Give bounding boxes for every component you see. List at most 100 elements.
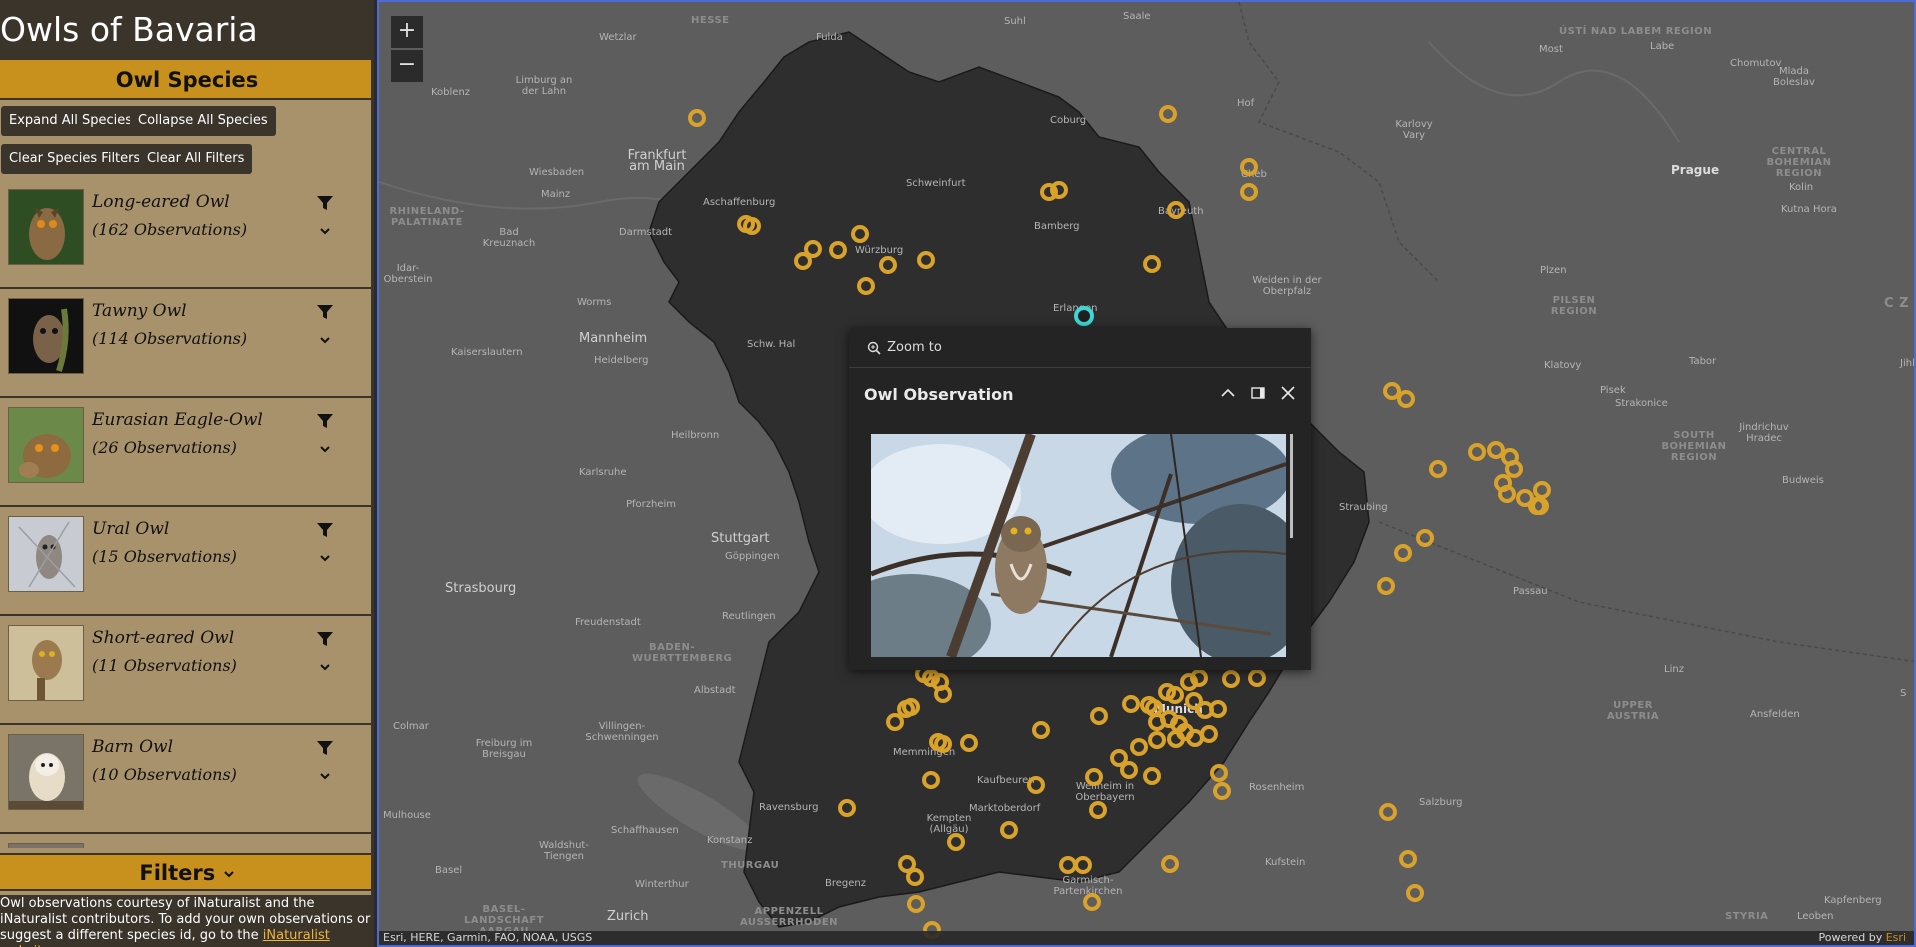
filter-icon[interactable]	[316, 303, 334, 321]
observation-marker[interactable]	[1406, 884, 1424, 902]
observation-marker[interactable]	[1148, 731, 1166, 749]
powered-by[interactable]: Powered by Esri	[1818, 931, 1906, 945]
observation-marker[interactable]	[947, 833, 965, 851]
observation-marker[interactable]	[1159, 105, 1177, 123]
species-item-tawny-owl[interactable]: Tawny Owl (114 Observations)	[0, 289, 371, 398]
species-item-ural-owl[interactable]: Ural Owl (15 Observations)	[0, 507, 371, 616]
observation-marker[interactable]	[838, 799, 856, 817]
observation-marker[interactable]	[907, 895, 925, 913]
filter-icon[interactable]	[316, 630, 334, 648]
filter-icon[interactable]	[316, 739, 334, 757]
observation-marker[interactable]	[829, 241, 847, 259]
observation-marker[interactable]	[1429, 460, 1447, 478]
filter-icon[interactable]	[316, 412, 334, 430]
powered-by-text: Powered by	[1818, 931, 1886, 944]
observation-marker[interactable]	[1089, 801, 1107, 819]
observation-marker[interactable]	[1027, 776, 1045, 794]
selected-observation-marker[interactable]	[1074, 306, 1094, 326]
clear-species-filters-button[interactable]: Clear Species Filters	[1, 144, 149, 174]
zoom-magnifier-icon	[867, 341, 881, 355]
chevron-down-icon[interactable]	[318, 333, 332, 347]
observation-marker[interactable]	[906, 868, 924, 886]
map-attribution-text: Esri, HERE, Garmin, FAO, NOAA, USGS	[383, 931, 593, 944]
observation-marker[interactable]	[1074, 856, 1092, 874]
observation-marker[interactable]	[1397, 390, 1415, 408]
observation-marker[interactable]	[1090, 707, 1108, 725]
chevron-down-icon	[223, 871, 234, 878]
observation-marker[interactable]	[1085, 768, 1103, 786]
esri-link[interactable]: Esri	[1886, 931, 1906, 944]
observation-marker[interactable]	[1222, 670, 1240, 688]
observation-marker[interactable]	[1377, 577, 1395, 595]
observation-marker[interactable]	[1200, 725, 1218, 743]
species-item-short-eared-owl[interactable]: Short-eared Owl (11 Observations)	[0, 616, 371, 725]
attribution-text: Owl observations courtesy of iNaturalist…	[0, 895, 371, 947]
species-list: Long-eared Owl (162 Observations) Tawny …	[0, 180, 371, 848]
observation-marker[interactable]	[1533, 481, 1551, 499]
filter-icon[interactable]	[316, 194, 334, 212]
chevron-down-icon[interactable]	[318, 551, 332, 565]
observation-marker[interactable]	[960, 734, 978, 752]
owl-thumbnail	[8, 189, 84, 265]
filter-icon[interactable]	[316, 521, 334, 539]
observation-marker[interactable]	[1130, 738, 1148, 756]
observation-marker[interactable]	[851, 225, 869, 243]
close-icon[interactable]	[1275, 380, 1301, 406]
observation-marker[interactable]	[1213, 782, 1231, 800]
observation-marker[interactable]	[1210, 764, 1228, 782]
owl-observation-photo	[871, 434, 1286, 657]
observation-marker[interactable]	[1379, 803, 1397, 821]
chevron-down-icon[interactable]	[318, 442, 332, 456]
observation-marker[interactable]	[1143, 767, 1161, 785]
collapse-popup-icon[interactable]	[1215, 380, 1241, 406]
observation-marker[interactable]	[1161, 855, 1179, 873]
species-item-eurasian-eagle-owl[interactable]: Eurasian Eagle-Owl (26 Observations)	[0, 398, 371, 507]
observation-marker[interactable]	[1240, 158, 1258, 176]
observation-marker[interactable]	[857, 277, 875, 295]
species-header: Owl Species	[0, 60, 371, 100]
observation-marker[interactable]	[879, 256, 897, 274]
observation-marker[interactable]	[1468, 443, 1486, 461]
clear-all-filters-button[interactable]: Clear All Filters	[139, 144, 253, 174]
observation-marker[interactable]	[1122, 695, 1140, 713]
chevron-down-icon[interactable]	[318, 660, 332, 674]
species-item-long-eared-owl[interactable]: Long-eared Owl (162 Observations)	[0, 180, 371, 289]
observation-marker[interactable]	[1059, 856, 1077, 874]
observation-marker[interactable]	[1394, 544, 1412, 562]
observation-marker[interactable]	[922, 771, 940, 789]
observation-marker[interactable]	[1399, 850, 1417, 868]
zoom-out-button[interactable]: −	[391, 50, 423, 82]
observation-marker[interactable]	[1143, 255, 1161, 273]
species-count: (11 Observations)	[92, 656, 237, 675]
sidebar-panel: Owls of Bavaria Owl Species Expand All S…	[0, 0, 374, 947]
observation-marker[interactable]	[688, 109, 706, 127]
expand-all-button[interactable]: Expand All Species	[1, 106, 141, 136]
observation-marker[interactable]	[1083, 893, 1101, 911]
species-count: (10 Observations)	[92, 765, 237, 784]
chevron-down-icon[interactable]	[318, 769, 332, 783]
observation-marker[interactable]	[804, 240, 822, 258]
observation-marker[interactable]	[1248, 669, 1266, 687]
observation-marker[interactable]	[1167, 201, 1185, 219]
species-name: Tawny Owl	[92, 301, 187, 321]
observation-marker[interactable]	[1000, 821, 1018, 839]
observation-marker[interactable]	[1383, 382, 1401, 400]
observation-marker[interactable]	[1120, 761, 1138, 779]
owl-thumbnail	[8, 734, 84, 810]
zoom-in-button[interactable]: +	[391, 16, 423, 48]
collapse-all-button[interactable]: Collapse All Species	[130, 106, 276, 136]
observation-marker[interactable]	[886, 713, 904, 731]
observation-marker[interactable]	[1240, 183, 1258, 201]
chevron-down-icon[interactable]	[318, 224, 332, 238]
observation-marker[interactable]	[917, 251, 935, 269]
observation-marker[interactable]	[1032, 721, 1050, 739]
filters-toggle[interactable]: Filters	[0, 853, 371, 891]
observation-marker[interactable]	[1487, 441, 1505, 459]
dock-popup-icon[interactable]	[1245, 380, 1271, 406]
observation-marker[interactable]	[1416, 529, 1434, 547]
owl-thumbnail	[8, 843, 84, 848]
species-item-barn-owl[interactable]: Barn Owl (10 Observations)	[0, 725, 371, 834]
popup-scrollbar[interactable]	[1290, 434, 1293, 538]
zoom-to-button[interactable]: Zoom to	[849, 328, 1311, 368]
owl-thumbnail	[8, 407, 84, 483]
